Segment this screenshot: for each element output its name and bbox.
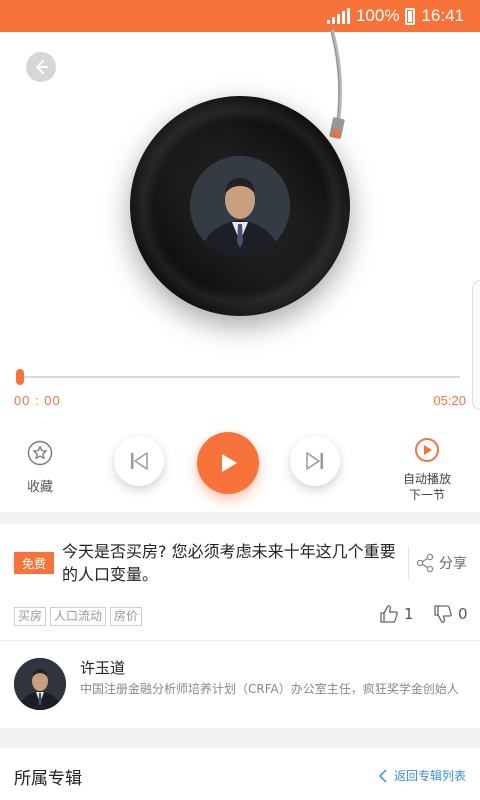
duration: 05:20: [433, 393, 466, 408]
battery-icon: [405, 7, 416, 25]
chevron-left-icon: [378, 768, 387, 783]
tag-item[interactable]: 房价: [110, 607, 143, 626]
play-icon: [222, 454, 237, 472]
previous-icon: [131, 452, 148, 470]
author-name[interactable]: 许玉道: [80, 657, 125, 678]
thumbs-down-icon: [434, 605, 452, 623]
status-bar: 100% 16:41: [0, 0, 480, 32]
favorite-label: 收藏: [26, 480, 53, 495]
autoplay-icon: [415, 438, 439, 462]
star-icon: [27, 440, 53, 466]
dislike-button[interactable]: 0: [432, 603, 468, 625]
current-time: 00 : 00: [14, 393, 61, 408]
progress-track[interactable]: [20, 376, 460, 378]
author-description: 中国注册金融分析师培养计划（CRFA）办公室主任，疯狂奖学金创始人: [80, 682, 459, 696]
tag-list: 买房 人口流动 房价: [14, 607, 143, 626]
next-icon: [306, 452, 323, 470]
album-section-title: 所属专辑: [14, 769, 82, 789]
play-button[interactable]: [197, 432, 259, 494]
next-button[interactable]: [290, 436, 340, 486]
tag-item[interactable]: 人口流动: [50, 607, 107, 626]
share-icon: [416, 553, 434, 573]
back-to-album-list-label: 返回专辑列表: [393, 769, 466, 783]
like-button[interactable]: 1: [378, 603, 414, 625]
thumbs-up-icon: [380, 605, 398, 623]
autoplay-label-line2: 下一节: [408, 488, 445, 502]
share-label: 分享: [439, 556, 467, 572]
progress-thumb[interactable]: [16, 369, 24, 385]
share-button[interactable]: 分享: [408, 546, 467, 580]
favorite-button[interactable]: 收藏: [10, 440, 70, 495]
back-arrow-icon: [36, 60, 48, 74]
dislike-count: 0: [458, 605, 468, 623]
author-avatar[interactable]: [14, 658, 66, 710]
previous-button[interactable]: [114, 436, 164, 486]
back-to-album-list-link[interactable]: 返回专辑列表: [378, 767, 466, 784]
section-divider: [0, 728, 480, 748]
tag-item[interactable]: 买房: [14, 607, 47, 626]
vinyl-record: [130, 96, 350, 316]
back-button[interactable]: [26, 52, 56, 82]
section-divider: [0, 512, 480, 524]
clock: 16:41: [421, 6, 464, 25]
signal-icon: [326, 8, 350, 24]
edge-panel-handle[interactable]: [472, 280, 480, 410]
free-badge: 免费: [14, 552, 54, 574]
battery-text: 100%: [355, 6, 400, 25]
autoplay-label: 自动播放 下一节: [392, 471, 462, 503]
divider: [0, 640, 480, 641]
autoplay-toggle[interactable]: 自动播放 下一节: [392, 437, 462, 503]
episode-title: 今天是否买房? 您必须考虑未来十年这几个重要的人口变量。: [62, 542, 396, 584]
autoplay-label-line1: 自动播放: [402, 472, 451, 486]
like-count: 1: [404, 605, 414, 623]
cover-photo: [190, 156, 290, 256]
